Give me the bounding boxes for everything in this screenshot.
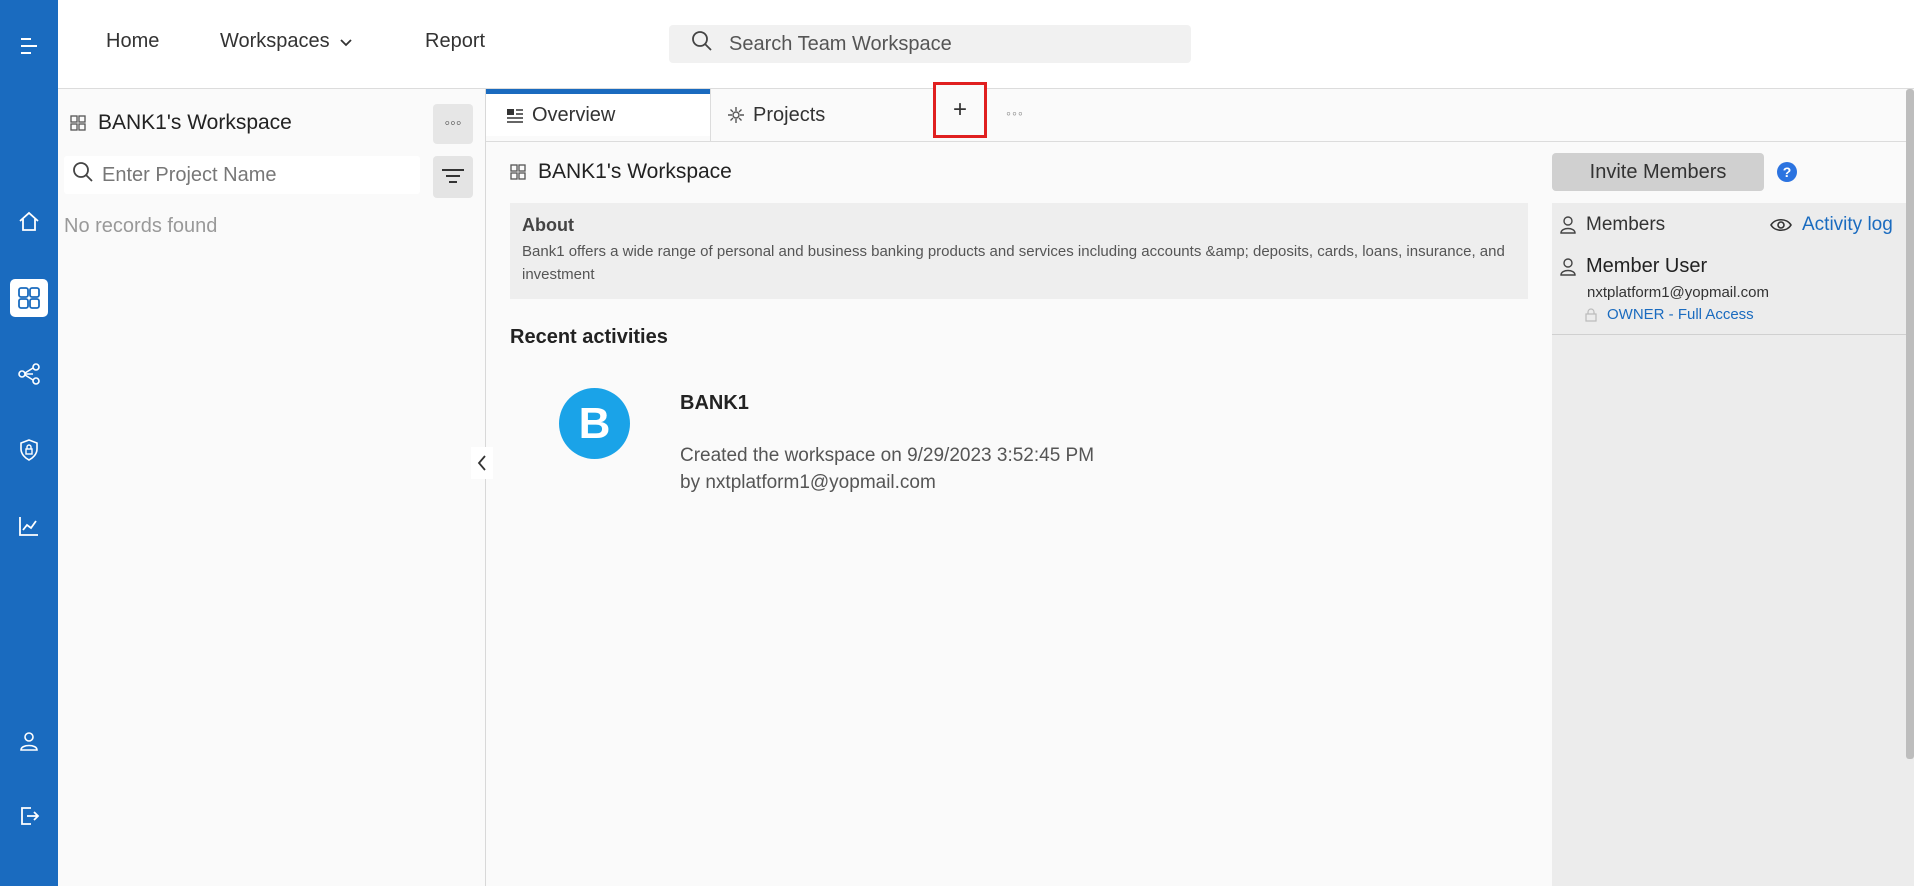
about-heading: About: [522, 215, 574, 235]
nav-workspaces[interactable]: Workspaces: [220, 30, 354, 53]
member-email: nxtplatform1@yopmail.com: [1587, 284, 1769, 301]
overview-icon: [507, 109, 523, 123]
add-tab-button[interactable]: +: [933, 82, 987, 138]
invite-members-label: Invite Members: [1589, 160, 1727, 183]
nav-report[interactable]: Report: [425, 30, 485, 53]
tab-more-button[interactable]: ◦◦◦: [1006, 105, 1024, 121]
workspace-title: BANK1's Workspace: [70, 111, 292, 135]
project-search-placeholder: Enter Project Name: [102, 163, 277, 186]
tab-projects[interactable]: Projects: [710, 89, 926, 141]
collapse-panel-button[interactable]: [471, 447, 493, 479]
user-icon: [1560, 257, 1576, 276]
search-input[interactable]: Search Team Workspace: [669, 25, 1191, 63]
about-text: Bank1 offers a wide range of personal an…: [522, 243, 1505, 283]
search-placeholder: Search Team Workspace: [729, 32, 952, 55]
workspace-more-button[interactable]: ◦◦◦: [433, 104, 473, 144]
member-role-text: OWNER - Full Access: [1607, 306, 1754, 323]
invite-members-button[interactable]: Invite Members: [1552, 153, 1764, 191]
divider: [1552, 334, 1914, 335]
avatar-letter: B: [578, 398, 611, 448]
filter-icon: [442, 169, 464, 183]
page-title-text: BANK1's Workspace: [538, 160, 732, 183]
plus-icon: +: [952, 96, 967, 123]
avatar: B: [559, 388, 630, 459]
members-heading: Members: [1560, 214, 1665, 236]
scrollbar[interactable]: [1906, 89, 1914, 759]
activity-log-label: Activity log: [1802, 214, 1893, 235]
workspace-panel: BANK1's Workspace ◦◦◦ Enter Project Name…: [58, 89, 486, 886]
nav-workspaces-label: Workspaces: [220, 30, 330, 52]
activity-name: BANK1: [680, 392, 749, 414]
eye-icon: [1770, 218, 1792, 232]
page-title: BANK1's Workspace: [510, 160, 732, 184]
projects-icon: [728, 107, 744, 123]
workspace-grid-icon: [70, 115, 86, 131]
workspace-icon[interactable]: [0, 276, 58, 320]
tab-overview-label: Overview: [532, 103, 616, 126]
lock-icon: [1585, 307, 1597, 322]
tab-projects-label: Projects: [753, 103, 826, 126]
empty-state-text: No records found: [64, 215, 218, 237]
logout-icon[interactable]: [0, 794, 58, 838]
left-rail: [0, 0, 58, 886]
nav-home-label: Home: [106, 30, 160, 52]
activity-author: by nxtplatform1@yopmail.com: [680, 472, 936, 493]
member-role[interactable]: OWNER - Full Access: [1585, 306, 1754, 323]
user-icon: [1560, 216, 1576, 234]
project-search-input[interactable]: Enter Project Name: [64, 156, 420, 194]
user-icon[interactable]: [0, 719, 58, 763]
nav-home[interactable]: Home: [106, 30, 159, 53]
nav-report-label: Report: [425, 30, 486, 52]
activity-log-link[interactable]: Activity log: [1770, 214, 1893, 236]
about-section: About Bank1 offers a wide range of perso…: [510, 203, 1528, 299]
filter-button[interactable]: [433, 156, 473, 198]
more-icon: ◦◦◦: [444, 115, 462, 132]
workspace-grid-icon: [510, 164, 526, 180]
search-icon: [72, 161, 94, 189]
tab-overview[interactable]: Overview: [486, 89, 710, 136]
chart-icon[interactable]: [0, 504, 58, 548]
recent-activities-heading: Recent activities: [510, 326, 668, 348]
member-item: Member User: [1560, 255, 1707, 278]
help-icon[interactable]: ?: [1777, 162, 1797, 182]
member-name: Member User: [1586, 255, 1708, 277]
top-bar: Home Workspaces Report Search Team Works…: [58, 0, 1914, 89]
tab-bar: Overview Projects + ◦◦◦: [486, 82, 1914, 142]
chevron-down-icon: [340, 38, 352, 46]
shield-icon[interactable]: [0, 428, 58, 472]
search-icon: [691, 30, 713, 58]
members-heading-text: Members: [1586, 214, 1666, 235]
share-network-icon[interactable]: [0, 352, 58, 396]
workspace-title-text: BANK1's Workspace: [98, 111, 292, 134]
chevron-left-icon: [477, 455, 486, 471]
menu-icon[interactable]: [0, 24, 58, 68]
activity-description: Created the workspace on 9/29/2023 3:52:…: [680, 445, 1095, 466]
home-icon[interactable]: [0, 200, 58, 244]
